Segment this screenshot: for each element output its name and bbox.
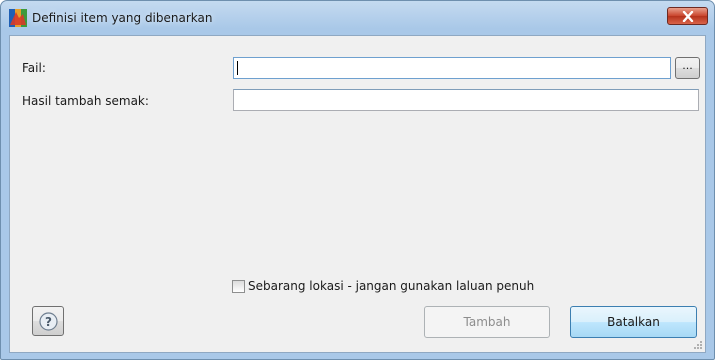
help-icon: ? — [39, 312, 58, 331]
file-input[interactable] — [233, 57, 671, 79]
browse-button[interactable]: ... — [675, 57, 700, 79]
result-input[interactable] — [233, 89, 699, 111]
title-bar[interactable]: Definisi item yang dibenarkan — [1, 1, 714, 35]
svg-text:?: ? — [45, 315, 52, 329]
window-title: Definisi item yang dibenarkan — [32, 11, 213, 25]
add-button[interactable]: Tambah — [424, 306, 550, 338]
help-button[interactable]: ? — [32, 306, 64, 336]
file-label: Fail: — [22, 61, 46, 75]
avg-logo-icon — [9, 9, 27, 27]
close-icon — [682, 11, 694, 22]
dialog-client-area: Fail: ... Hasil tambah semak: Sebarang l… — [9, 35, 706, 353]
cancel-button[interactable]: Batalkan — [570, 306, 697, 338]
any-location-checkbox[interactable] — [232, 280, 245, 293]
result-label: Hasil tambah semak: — [22, 94, 149, 108]
any-location-label[interactable]: Sebarang lokasi - jangan gunakan laluan … — [248, 279, 534, 293]
resize-grip-icon[interactable] — [692, 339, 702, 349]
dialog-window: Definisi item yang dibenarkan Fail: ... … — [0, 0, 715, 360]
close-button[interactable] — [667, 7, 708, 25]
text-caret — [237, 61, 238, 75]
